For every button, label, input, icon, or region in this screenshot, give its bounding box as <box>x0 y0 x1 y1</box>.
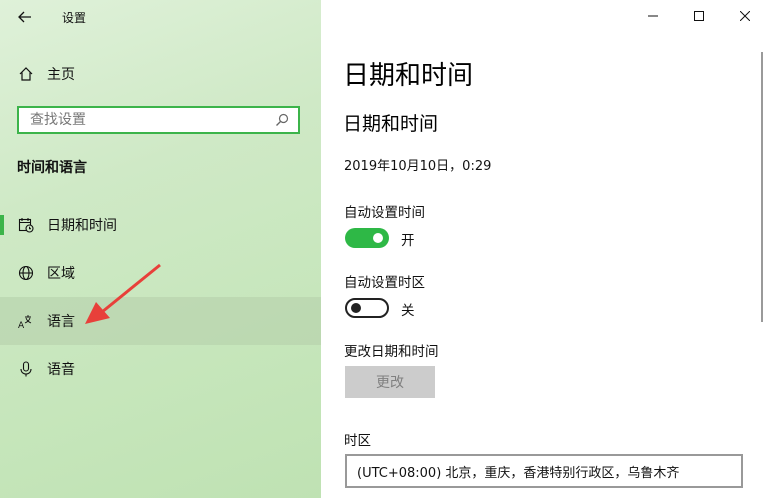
app-title: 设置 <box>62 11 87 25</box>
auto-timezone-label: 自动设置时区 <box>344 275 425 291</box>
sidebar-section-title: 时间和语言 <box>17 160 87 176</box>
sidebar-item-label: 日期和时间 <box>47 218 117 234</box>
auto-time-state: 开 <box>401 233 415 249</box>
sidebar-item-label: 语音 <box>47 362 75 378</box>
back-arrow-icon <box>18 11 31 23</box>
change-button[interactable]: 更改 <box>345 366 435 398</box>
scrollbar[interactable] <box>756 32 768 498</box>
auto-timezone-state: 关 <box>401 303 415 319</box>
auto-time-toggle[interactable] <box>345 228 389 248</box>
title-bar-left: 设置 <box>0 0 321 34</box>
page-title: 日期和时间 <box>343 61 474 91</box>
current-datetime: 2019年10月10日，0:29 <box>344 159 492 174</box>
language-icon: A <box>18 313 34 329</box>
sidebar-item-language[interactable]: A 语言 <box>0 297 321 345</box>
sidebar: 设置 主页 时间和语言 日期和时间 <box>0 0 321 498</box>
back-button[interactable] <box>8 4 42 30</box>
svg-text:A: A <box>18 321 25 329</box>
close-icon <box>740 11 750 21</box>
minimize-button[interactable] <box>630 0 676 32</box>
search-icon <box>272 110 292 130</box>
calendar-clock-icon <box>18 217 34 233</box>
nav-home[interactable]: 主页 <box>0 50 321 98</box>
sidebar-item-label: 区域 <box>47 266 75 282</box>
scrollbar-thumb[interactable] <box>761 52 763 322</box>
microphone-icon <box>18 361 34 377</box>
nav-home-label: 主页 <box>47 67 75 83</box>
timezone-label: 时区 <box>344 433 371 449</box>
maximize-icon <box>694 11 704 21</box>
minimize-icon <box>648 15 658 17</box>
sidebar-item-label: 语言 <box>47 314 75 330</box>
content-pane: 日期和时间 日期和时间 2019年10月10日，0:29 自动设置时间 开 自动… <box>321 0 768 498</box>
sidebar-item-speech[interactable]: 语音 <box>0 345 321 393</box>
toggle-knob <box>351 303 361 313</box>
close-button[interactable] <box>722 0 768 32</box>
sidebar-item-region[interactable]: 区域 <box>0 249 321 297</box>
home-icon <box>18 66 34 82</box>
globe-icon <box>18 265 34 281</box>
toggle-knob <box>373 233 383 243</box>
change-datetime-label: 更改日期和时间 <box>344 344 439 360</box>
timezone-value: (UTC+08:00) 北京，重庆，香港特别行政区，乌鲁木齐 <box>357 465 680 481</box>
maximize-button[interactable] <box>676 0 722 32</box>
search-field[interactable] <box>28 108 272 132</box>
auto-timezone-toggle[interactable] <box>345 298 389 318</box>
timezone-dropdown[interactable]: (UTC+08:00) 北京，重庆，香港特别行政区，乌鲁木齐 <box>345 454 743 488</box>
section-heading: 日期和时间 <box>343 113 439 135</box>
sidebar-item-date-time[interactable]: 日期和时间 <box>0 201 321 249</box>
auto-time-label: 自动设置时间 <box>344 205 425 221</box>
search-input[interactable] <box>17 106 300 134</box>
